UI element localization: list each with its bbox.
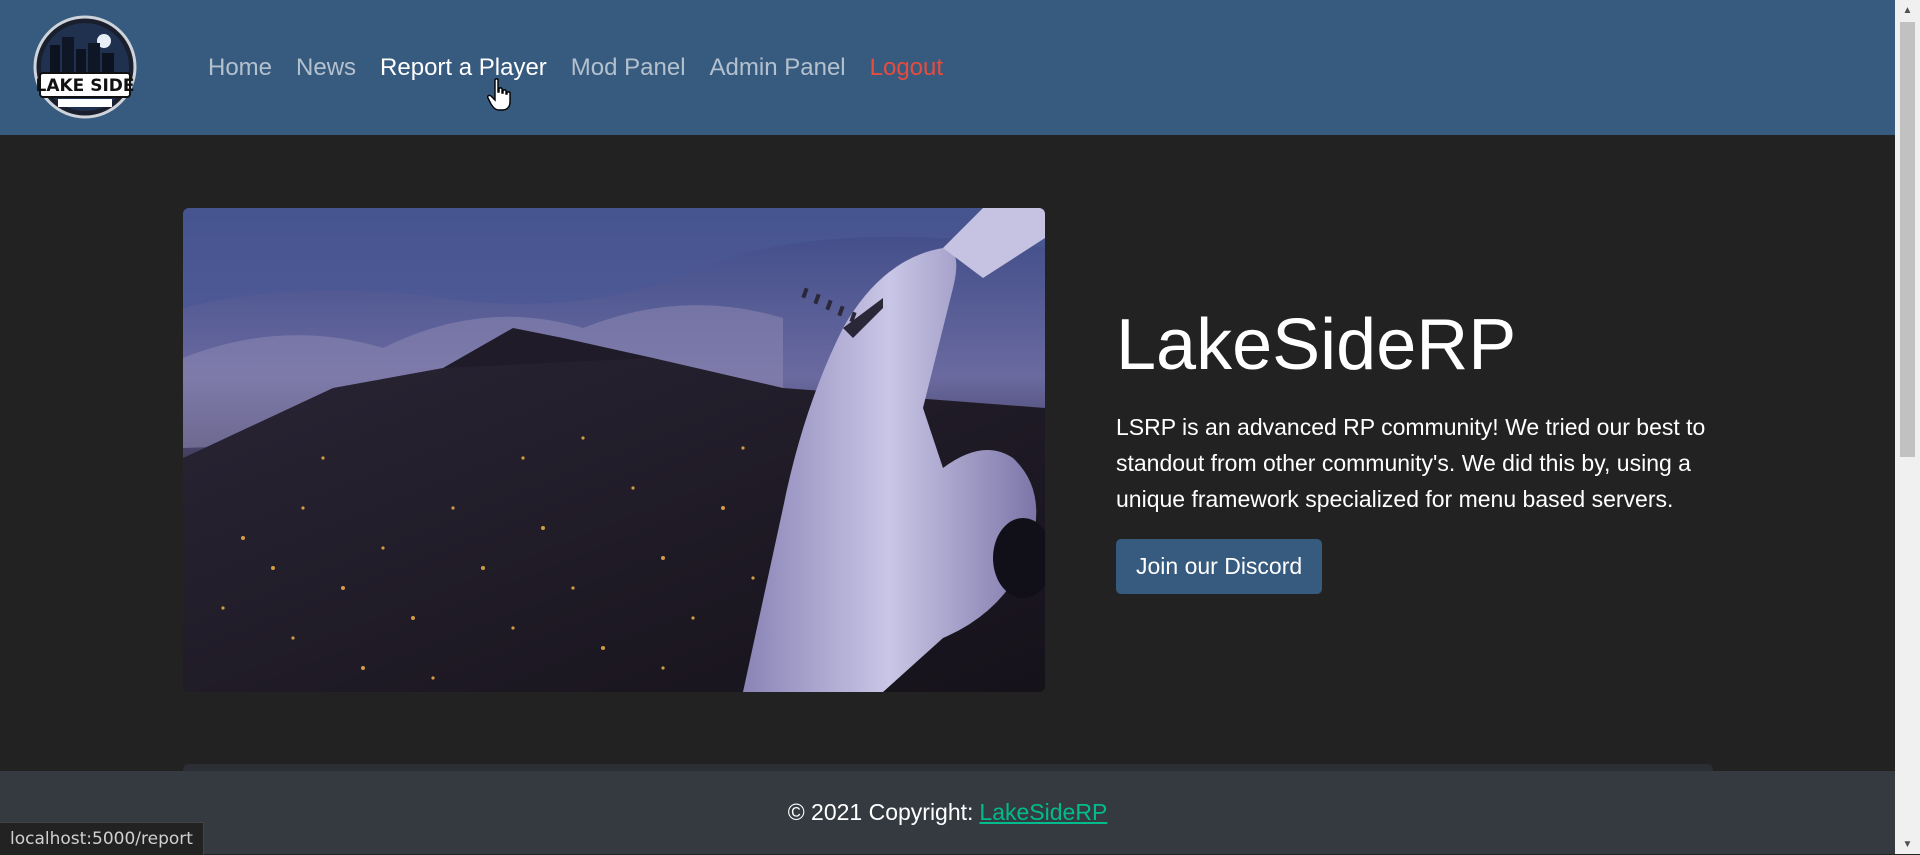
hand-pointer-cursor-icon xyxy=(487,78,513,112)
hero-airplane-image xyxy=(183,208,1045,692)
scrollbar-thumb[interactable] xyxy=(1900,22,1915,457)
nav-news-link[interactable]: News xyxy=(284,54,368,82)
hero-text-block: LakeSideRP LSRP is an advanced RP commun… xyxy=(1116,305,1736,595)
nav-logout-link[interactable]: Logout xyxy=(858,54,955,82)
nav-mod-panel-link[interactable]: Mod Panel xyxy=(559,54,698,82)
join-discord-button[interactable]: Join our Discord xyxy=(1116,539,1323,595)
footer-copyright-text: © 2021 Copyright: xyxy=(787,799,974,825)
footer-lakeside-link[interactable]: LakeSideRP xyxy=(979,799,1107,826)
top-navbar: LAKE SIDE Home News Report a Player Mod … xyxy=(0,0,1895,135)
vertical-scrollbar[interactable]: ▲ ▼ xyxy=(1895,0,1920,854)
scroll-down-arrow-icon[interactable]: ▼ xyxy=(1895,834,1920,854)
nav-home-link[interactable]: Home xyxy=(196,54,284,82)
hero-description: LSRP is an advanced RP community! We tri… xyxy=(1116,414,1706,513)
nav-report-player-link[interactable]: Report a Player xyxy=(368,54,559,82)
nav-links: Home News Report a Player Mod Panel Admi… xyxy=(196,0,955,135)
svg-text:LAKE SIDE: LAKE SIDE xyxy=(36,76,135,96)
browser-status-bar: localhost:5000/report xyxy=(0,822,204,855)
scroll-up-arrow-icon[interactable]: ▲ xyxy=(1895,0,1920,20)
lakeside-logo[interactable]: LAKE SIDE xyxy=(28,15,142,120)
nav-admin-panel-link[interactable]: Admin Panel xyxy=(698,54,858,82)
page-footer: © 2021 Copyright: LakeSideRP xyxy=(0,771,1895,854)
hero-title: LakeSideRP xyxy=(1116,305,1517,385)
